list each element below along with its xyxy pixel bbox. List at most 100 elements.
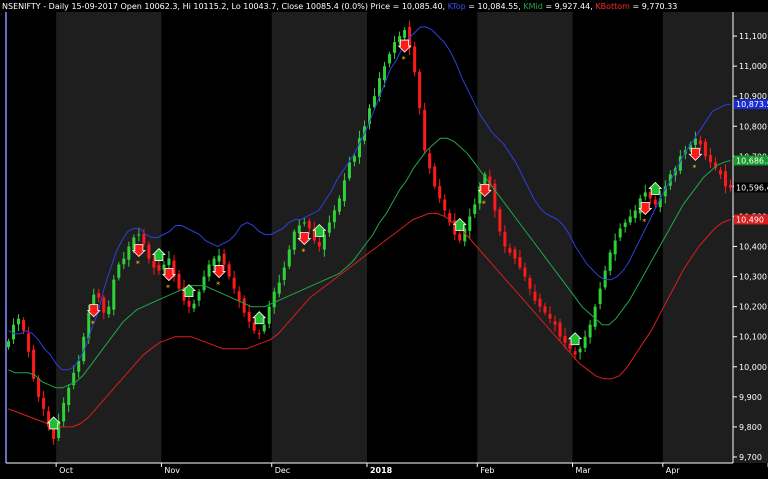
candle-body-down — [237, 291, 241, 301]
candle-body-up — [468, 216, 472, 231]
candle-body-down — [418, 72, 422, 109]
candle-body-down — [503, 231, 507, 247]
candle-body-up — [347, 162, 351, 179]
star-icon: * — [166, 284, 170, 293]
candle-body-down — [142, 233, 146, 244]
candle-body-down — [528, 278, 532, 289]
candle-body-down — [573, 351, 577, 355]
y-tick-label: 10,100 — [739, 333, 767, 342]
candle-body-up — [277, 282, 281, 294]
candle-body-down — [433, 166, 437, 187]
candle-body-up — [202, 276, 206, 291]
candle-body-down — [152, 260, 156, 268]
candle-body-up — [332, 210, 336, 223]
candle-body-up — [618, 228, 622, 238]
candle-body-down — [317, 242, 321, 247]
x-tick-label: Mar — [576, 466, 592, 475]
star-icon: * — [482, 199, 486, 208]
candle-body-up — [403, 30, 407, 38]
y-tick-label: 11,100 — [739, 32, 767, 41]
candle-body-down — [728, 184, 732, 188]
candle-body-up — [12, 324, 16, 340]
star-icon: * — [136, 259, 140, 268]
candle-body-down — [533, 291, 537, 301]
candle-body-up — [267, 306, 271, 324]
candle-body-up — [112, 279, 116, 310]
x-tick-label: Apr — [666, 466, 681, 475]
candle-body-up — [593, 306, 597, 327]
candle-body-up — [388, 54, 392, 64]
candle-body-up — [107, 306, 111, 315]
candle-body-down — [548, 313, 552, 319]
candle-body-up — [613, 240, 617, 255]
candle-body-up — [137, 234, 141, 236]
y-tick-label: 9,800 — [739, 423, 762, 432]
month-band — [477, 12, 573, 463]
candle-body-down — [653, 199, 657, 205]
x-tick-label: Feb — [480, 466, 494, 475]
candle-body-down — [222, 253, 226, 265]
candle-body-down — [508, 248, 512, 253]
candle-body-down — [518, 257, 522, 268]
y-tick-label: 11,000 — [739, 62, 767, 71]
candle-body-up — [608, 252, 612, 271]
candle-body-down — [698, 140, 702, 145]
candle-body-up — [588, 324, 592, 338]
candle-body-up — [383, 66, 387, 81]
candle-body-down — [513, 249, 517, 259]
candle-body-up — [212, 258, 216, 267]
star-icon: * — [642, 217, 646, 226]
star-icon: * — [692, 163, 696, 172]
candle-body-down — [157, 265, 161, 271]
kmid-legend-label: KMid — [523, 2, 542, 11]
chart-title: NSENIFTY - Daily 15-09-2017 Open 10062.3… — [2, 2, 677, 11]
candle-body-up — [583, 336, 587, 348]
x-tick-label: Dec — [275, 466, 290, 475]
candle-body-down — [543, 306, 547, 313]
candle-body-up — [262, 324, 266, 332]
candle-body-down — [438, 186, 442, 199]
y-tick-label: 10,400 — [739, 243, 767, 252]
candle-body-down — [423, 109, 427, 151]
candle-body-up — [337, 198, 341, 212]
candle-body-up — [272, 291, 276, 308]
candle-body-up — [127, 246, 131, 260]
candle-body-up — [67, 387, 71, 405]
candle-body-up — [578, 348, 582, 353]
y-tick-label: 9,700 — [739, 453, 762, 462]
ktop-badge-label: 10,873.5 — [736, 100, 768, 109]
candle-body-down — [443, 199, 447, 211]
price-chart[interactable]: * * * * * * * * * 9,700 9,800 9,900 10,000 10,100 10,… — [0, 0, 768, 479]
candle-body-up — [342, 180, 346, 202]
candle-body-up — [192, 303, 196, 309]
candle-body-down — [177, 273, 181, 289]
candle-body-down — [563, 336, 567, 343]
ktop-legend-label: KTop — [448, 2, 466, 11]
candle-body-down — [718, 170, 722, 175]
symbol-line: NSENIFTY - Daily 15-09-2017 Open 10062.3… — [2, 2, 445, 11]
y-tick-label: 10,300 — [739, 273, 767, 282]
candle-body-up — [623, 222, 627, 227]
candle-body-down — [187, 300, 191, 307]
ktop-legend-value: = 10,084.55, — [468, 2, 521, 11]
kmid-badge-label: 10,686.3 — [736, 156, 768, 165]
candle-body-down — [428, 153, 432, 169]
candle-body-down — [22, 319, 26, 331]
x-tick-label: 2018 — [370, 466, 393, 475]
candle-body-up — [122, 258, 126, 265]
candle-body-down — [27, 333, 31, 352]
month-band — [56, 12, 162, 463]
candle-body-up — [17, 318, 21, 325]
y-tick-label: 10,800 — [739, 122, 767, 131]
candle-body-down — [147, 244, 151, 259]
candle-body-up — [598, 288, 602, 304]
candle-body-down — [553, 321, 557, 325]
kbottom-legend-label: KBottom — [595, 2, 630, 11]
candle-body-up — [302, 222, 306, 224]
star-icon: * — [402, 55, 406, 64]
candle-body-up — [207, 264, 211, 277]
candle-body-down — [242, 298, 246, 313]
candle-body-down — [708, 155, 712, 163]
candle-body-up — [117, 264, 121, 278]
candle-body-up — [633, 210, 637, 218]
